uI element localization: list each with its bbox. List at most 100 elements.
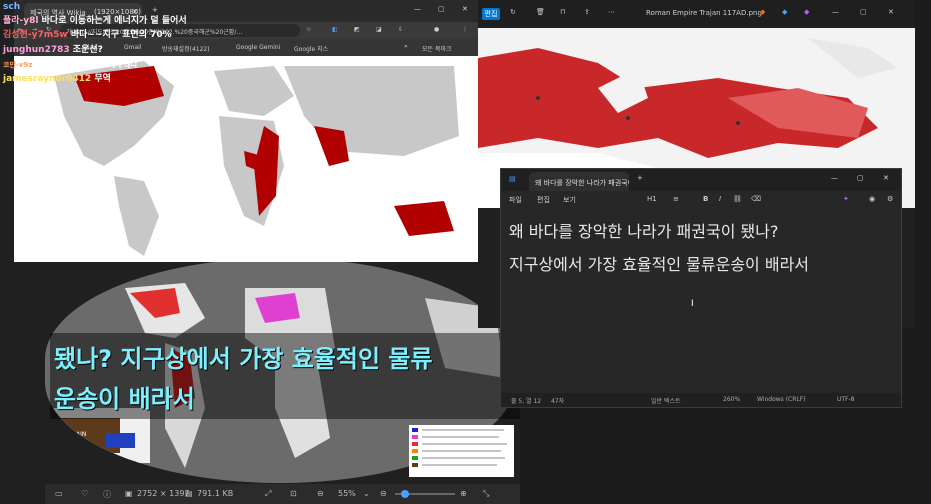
new-tab-icon[interactable]: + (152, 6, 158, 14)
chat-text: 조운선? (72, 45, 103, 55)
chat-username: 김성현-y7m5w (3, 30, 68, 40)
chat-message: 김성현-y7m5w 바다~~지구 표면의 70% (3, 28, 172, 42)
chat-message: sch (3, 0, 20, 14)
chat-username: sch (3, 2, 21, 12)
chat-text: 바다~~지구 표면의 70% (70, 30, 172, 40)
bookmark-item[interactable]: Google 지스 (294, 44, 328, 53)
maximize-icon[interactable]: ▢ (438, 5, 445, 13)
chat-message: 코만-v9z 제도 특수를 가진 정도 그에게 대니 (3, 58, 137, 72)
info-icon[interactable]: ⓘ (103, 489, 111, 500)
close-icon[interactable]: ✕ (888, 8, 894, 16)
delete-icon[interactable]: 🗑 (536, 8, 545, 16)
list-icon[interactable]: ≡ (673, 195, 679, 203)
zoom-slider-thumb[interactable] (401, 490, 409, 498)
subtitle-line-2: 운송이 배라서 (54, 385, 195, 413)
bookmark-item[interactable]: Google Gemini (236, 44, 280, 51)
more-icon[interactable]: ⋯ (608, 8, 615, 16)
notepad-text-area[interactable]: 왜 바다를 장악한 나라가 패권국이 됐나? 지구상에서 가장 효율적인 물류운송… (509, 215, 894, 281)
viewer-toolbar: ▭ ♡ ⓘ ▣ 2752 × 1397 ▤ 791.1 KB ⤢ ⊡ ⊖ 55%… (45, 484, 520, 504)
all-bookmarks[interactable]: 모든 북마크 (422, 44, 452, 53)
new-tab-icon[interactable]: + (637, 174, 643, 182)
fullscreen-icon[interactable]: ⤡ (483, 489, 489, 499)
zoom-out-button[interactable]: ⊖ (380, 489, 387, 498)
menu-icon[interactable]: ⋮ (462, 26, 468, 33)
clear-format-icon[interactable]: ⌫ (751, 195, 761, 203)
menu-view[interactable]: 보기 (563, 195, 576, 205)
downloads-icon[interactable]: ⇩ (398, 26, 403, 33)
chat-text: 제도 특수를 가진 정도 그에게 대니 (34, 61, 138, 69)
favorite-icon[interactable]: ♡ (81, 489, 88, 498)
char-count: 47자 (551, 398, 565, 405)
notepad-tab-title: 왜 바다를 장악한 나라가 패권국이 (535, 179, 629, 187)
line-ending: Windows (CRLF) (757, 396, 806, 403)
chat-username: 플라-y8l (3, 16, 39, 26)
minimize-icon[interactable]: — (831, 174, 838, 182)
heading-dropdown[interactable]: H1 (647, 195, 657, 203)
dimensions-text: 2752 × 1397 (137, 489, 190, 498)
svg-text:SPAIN: SPAIN (69, 431, 86, 438)
cursor-position: 줄 5, 열 12 (511, 398, 542, 405)
chat-username: junghun2783 (3, 45, 70, 55)
chat-message: junghun2783 조운선? (3, 43, 103, 57)
actual-size-icon[interactable]: ⊡ (290, 489, 297, 498)
share-icon[interactable]: ⇪ (584, 8, 590, 16)
maximize-icon[interactable]: ▢ (857, 174, 864, 182)
menu-file[interactable]: 파일 (509, 195, 522, 205)
chat-message: jamesraynor0412 무역 (3, 72, 111, 86)
zoom-level[interactable]: 55% (338, 489, 356, 498)
notepad-tab[interactable]: 왜 바다를 장악한 나라가 패권국이 (529, 172, 629, 191)
encoding: UTF-8 (837, 396, 855, 403)
zoom-level: 260% (723, 396, 741, 403)
resolution-icon: ▣ (125, 489, 133, 498)
app-icon-1[interactable]: ◆ (760, 8, 765, 16)
copilot-icon[interactable]: ✦ (843, 195, 849, 203)
notepad-window: ▤ 왜 바다를 장악한 나라가 패권국이 + — ▢ ✕ 파일 편집 보기 H1… (500, 168, 902, 408)
crop-icon[interactable]: ⊓ (560, 8, 565, 16)
italic-icon[interactable]: I (719, 195, 721, 203)
zoom-in-icon[interactable]: ⊕ (460, 489, 467, 498)
subtitle-line-1: 됐나? 지구상에서 가장 효율적인 물류 (54, 345, 433, 373)
profile-icon[interactable]: ● (434, 26, 439, 33)
minimize-icon[interactable]: — (832, 8, 839, 16)
minimize-icon[interactable]: — (414, 5, 421, 13)
extension-icon-2[interactable]: ◩ (354, 26, 360, 33)
text-line-1: 왜 바다를 장악한 나라가 패권국이 됐나? (509, 222, 779, 241)
settings-gear-icon[interactable]: ⚙ (887, 195, 893, 203)
bookmarks-overflow-icon[interactable]: » (404, 43, 408, 50)
slideshow-icon[interactable]: ▭ (55, 489, 63, 498)
notepad-menubar: 파일 편집 보기 H1 ≡ B I ⛓ ⌫ ✦ ◉ ⚙ (501, 191, 901, 209)
bookmark-item[interactable]: Gmail (124, 44, 142, 51)
notepad-app-icon: ▤ (509, 175, 516, 183)
zoom-slider[interactable] (395, 490, 455, 498)
chevron-down-icon[interactable]: ⌄ (363, 489, 370, 498)
app-icon-2[interactable]: ◆ (782, 8, 787, 16)
text-line-2: 지구상에서 가장 효율적인 물류운송이 배라서 (509, 255, 810, 274)
bold-icon[interactable]: B (703, 195, 708, 203)
app-icon-3[interactable]: ◆ (804, 8, 809, 16)
link-icon[interactable]: ⛓ (733, 195, 742, 203)
close-icon[interactable]: ✕ (883, 174, 889, 182)
extension-icon[interactable]: ◧ (332, 26, 338, 33)
fit-icon[interactable]: ⤢ (265, 489, 271, 499)
menu-edit[interactable]: 편집 (537, 195, 550, 205)
chat-username: 코만-v9z (3, 61, 33, 69)
roman-file-title: Roman Empire Trajan 117AD.png (646, 9, 762, 17)
world-map-image (14, 56, 478, 262)
subtitle-overlay: 됐나? 지구상에서 가장 효율적인 물류 운송이 배라서 (50, 333, 520, 419)
rotate-icon[interactable]: ↻ (510, 8, 516, 16)
zoom-out-icon[interactable]: ⊖ (317, 489, 324, 498)
map-legend (409, 425, 514, 477)
star-icon[interactable]: ☆ (306, 26, 311, 33)
chat-username: jamesraynor0412 (3, 74, 92, 84)
profile-icon[interactable]: ◉ (869, 195, 875, 203)
edit-button[interactable]: 편집 (482, 8, 500, 20)
notepad-titlebar: ▤ 왜 바다를 장악한 나라가 패권국이 + — ▢ ✕ (501, 169, 901, 191)
filesize-icon: ▤ (185, 489, 193, 498)
chat-text: 무역 (94, 74, 111, 84)
maximize-icon[interactable]: ▢ (860, 8, 867, 16)
chat-text: 바다로 이동하는게 에너지가 덜 들어서 (41, 16, 187, 26)
close-icon[interactable]: ✕ (462, 5, 468, 13)
roman-viewer-titlebar: 편집 ↻ 🗑 ⊓ ⇪ ⋯ Roman Empire Trajan 117AD.p… (478, 0, 915, 28)
extension-icon-3[interactable]: ◪ (376, 26, 382, 33)
bookmark-item[interactable]: 방송재설정(4122) (162, 44, 210, 53)
